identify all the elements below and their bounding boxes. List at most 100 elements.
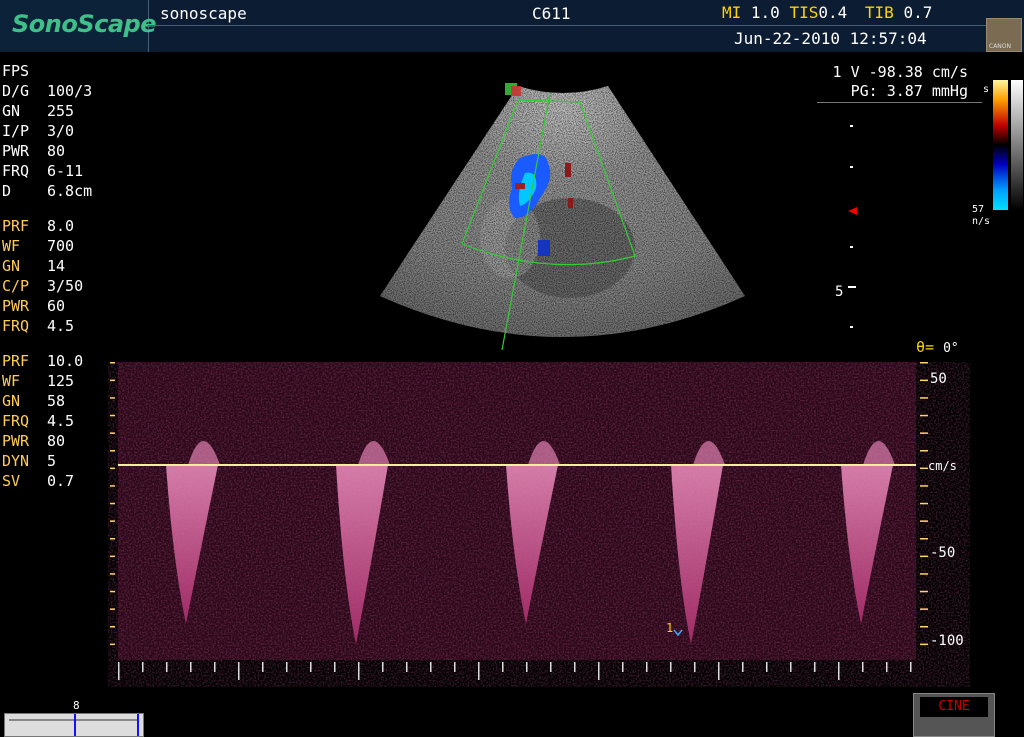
velocity-tick [110, 397, 115, 399]
param-row: WF 125 [2, 371, 83, 391]
time-tick [646, 662, 648, 672]
velocity-tick [920, 467, 928, 470]
param-value: 100/3 [47, 82, 93, 100]
param-key: PWR [2, 142, 30, 160]
color-flow-red [568, 198, 573, 208]
velocity-tick [920, 608, 928, 610]
param-key: GN [2, 102, 21, 120]
param-key: GN [2, 392, 21, 410]
time-tick [118, 662, 120, 680]
scale-unit: cm/s [928, 459, 957, 473]
probe-name: C611 [532, 4, 571, 23]
param-key: FRQ [2, 162, 30, 180]
color-scale-top-label: s [983, 84, 990, 95]
param-row: PWR 60 [2, 296, 83, 316]
velocity-tick [920, 590, 928, 593]
param-key: SV [2, 472, 21, 490]
param-value: 80 [47, 142, 66, 160]
time-tick [598, 662, 600, 680]
param-value: 58 [47, 392, 66, 410]
param-row: D/G 100/3 [2, 81, 92, 101]
param-row: DYN 5 [2, 451, 83, 471]
time-tick [862, 662, 864, 672]
param-key: PWR [2, 432, 30, 450]
color-params: PRF 8.0 WF 700 GN 14 C/P 3/50 PWR 60 FRQ 4.5 [2, 216, 83, 336]
time-tick [838, 662, 840, 680]
param-value: 5 [47, 452, 57, 470]
time-tick [622, 662, 624, 672]
velocity-tick [110, 485, 115, 487]
param-key: C/P [2, 277, 30, 295]
time-tick [382, 662, 384, 672]
time-tick [334, 662, 336, 672]
param-row: FRQ 4.5 [2, 411, 83, 431]
velocity-tick [110, 626, 115, 628]
time-tick [766, 662, 768, 672]
depth-tick [850, 326, 853, 328]
time-tick [718, 662, 720, 680]
param-key: PRF [2, 217, 30, 235]
param-row: PRF 8.0 [2, 216, 83, 236]
depth-tick [850, 166, 853, 168]
velocity-tick [110, 555, 115, 558]
param-row: FPS [2, 61, 92, 81]
hospital-name: sonoscape [160, 4, 247, 23]
velocity-tick [920, 502, 928, 505]
pg-readout: PG: 3.87 mmHg [850, 82, 968, 100]
param-value: 6.8cm [47, 182, 93, 200]
velocity-tick [110, 414, 115, 417]
param-key: D [2, 182, 12, 200]
param-row: PWR 80 [2, 141, 92, 161]
time-tick [694, 662, 696, 672]
tib-value: 0.7 [903, 3, 933, 22]
depth-tick [850, 125, 853, 127]
velocity-tick [920, 555, 928, 558]
param-row: SV 0.7 [2, 471, 83, 491]
velocity-tick [110, 379, 115, 382]
velocity-tick [920, 626, 928, 628]
caliper-cross-icon[interactable] [673, 629, 683, 637]
mi-value: 1.0 [750, 3, 780, 22]
depth-tick [850, 246, 853, 248]
angle-readout: θ= 0° [916, 338, 959, 356]
param-value: 3/50 [47, 277, 84, 295]
time-tick [358, 662, 360, 680]
color-flow-red [515, 183, 525, 189]
angle-label: θ= [916, 338, 935, 356]
time-tick [478, 662, 480, 680]
spectral-doppler [110, 362, 928, 680]
tis-value: 0.4 [818, 3, 848, 22]
depth-label: 5 [835, 284, 844, 300]
color-scale-gradient [993, 80, 1008, 210]
param-key: PWR [2, 297, 30, 315]
time-tick [166, 662, 168, 672]
param-key: DYN [2, 452, 30, 470]
param-value: 8.0 [47, 217, 75, 235]
index-readout: MI 1.0 TIS0.4 TIB 0.7 [722, 3, 932, 22]
param-value: 14 [47, 257, 66, 275]
param-key: D/G [2, 82, 30, 100]
param-row: GN 255 [2, 101, 92, 121]
cine-button[interactable]: CINE [913, 693, 995, 737]
velocity-tick [110, 362, 115, 364]
velocity-tick [920, 414, 928, 417]
time-tick [814, 662, 816, 672]
param-row: FRQ 6-11 [2, 161, 92, 181]
velocity-tick [110, 608, 115, 610]
param-value: 0.7 [47, 472, 75, 490]
color-scale-bar [993, 80, 1008, 210]
param-row: FRQ 4.5 [2, 316, 83, 336]
time-tick [886, 662, 888, 672]
time-tick [742, 662, 744, 672]
param-value: 255 [47, 102, 75, 120]
bmode-params: FPS D/G 100/3 GN 255 I/P 3/0 PWR 80 FRQ 6-11 D 6.8cm [2, 61, 92, 201]
gray-scale-bar [1011, 80, 1023, 210]
velocity-tick [920, 432, 928, 434]
param-row: PRF 10.0 [2, 351, 83, 371]
param-row: C/P 3/50 [2, 276, 83, 296]
time-tick [214, 662, 216, 672]
depth-ruler [848, 125, 857, 328]
velocity-tick [110, 643, 115, 646]
velocity-tick [110, 467, 115, 470]
param-value: 60 [47, 297, 66, 315]
